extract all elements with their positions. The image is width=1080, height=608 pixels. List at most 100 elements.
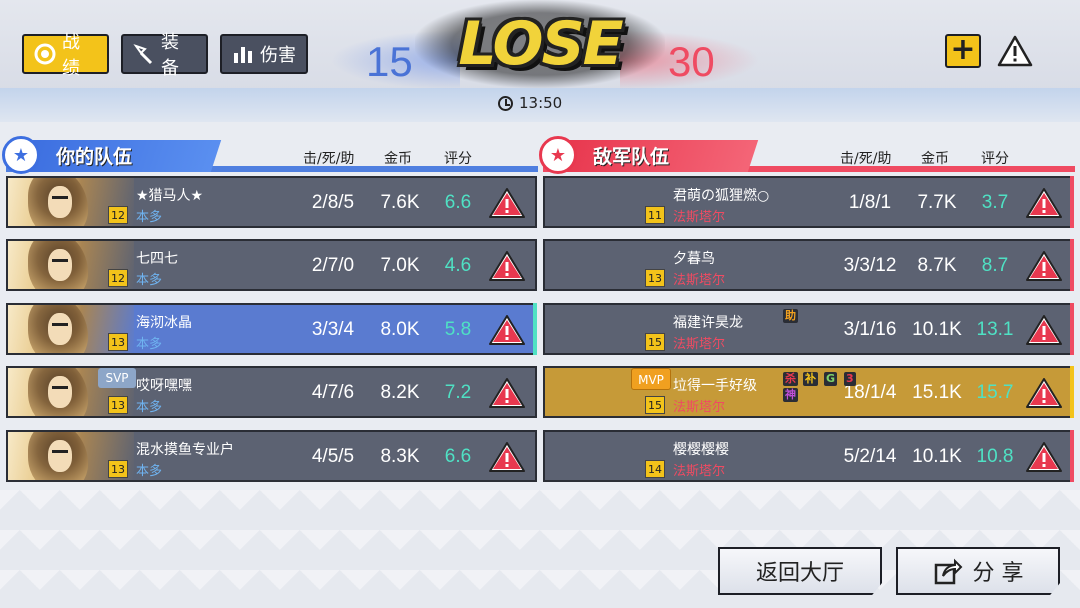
your-team-header: ★ 你的队伍 击/死/助 金币 评分 (2, 136, 538, 174)
achievement-badge: 杀 (783, 372, 798, 386)
enemy-team-title: 敌军队伍 (593, 146, 670, 168)
achievement-badge: 神 (783, 388, 798, 402)
player-row[interactable]: 14 樱樱樱樱 法斯塔尔 5/2/14 10.1K 10.8 (543, 430, 1074, 482)
back-to-lobby-button[interactable]: 返回大厅 (718, 547, 882, 595)
player-name: 樱樱樱樱 (673, 442, 729, 458)
player-level: 13 (108, 333, 128, 351)
achievement-badge: 补 (803, 372, 818, 386)
row-edge (1070, 366, 1074, 418)
player-name: 海沏冰晶 (136, 315, 192, 331)
enemy-team-header: ★ 敌军队伍 击/死/助 金币 评分 (539, 136, 1075, 174)
row-edge (533, 303, 537, 355)
player-row[interactable]: 13 混水摸鱼专业户 本多 4/5/5 8.3K 6.6 (6, 430, 537, 482)
row-edge (1070, 239, 1074, 291)
player-kda: 3/1/16 (843, 319, 897, 340)
report-player-icon[interactable] (488, 249, 526, 283)
report-player-icon[interactable] (1025, 186, 1063, 220)
player-score: 10.8 (976, 446, 1014, 467)
player-level: 15 (645, 396, 665, 414)
blue-team-kills: 15 (366, 38, 413, 85)
player-kda: 1/8/1 (848, 192, 892, 213)
player-gold: 15.1K (912, 382, 962, 403)
player-row[interactable]: 11 君萌の狐狸燃○ 法斯塔尔 1/8/1 7.7K 3.7 (543, 176, 1074, 228)
player-level: 12 (108, 269, 128, 287)
red-team-kills: 30 (668, 38, 715, 85)
report-player-icon[interactable] (1025, 440, 1063, 474)
player-row[interactable]: 13 海沏冰晶本多 3/3/4 8.0K 5.8 (6, 303, 537, 355)
player-name: 福建许昊龙 (673, 315, 743, 331)
hero-name: 法斯塔尔 (673, 464, 726, 479)
report-player-icon[interactable] (1025, 313, 1063, 347)
tab-damage[interactable]: 伤害 (220, 34, 308, 74)
report-player-icon[interactable] (488, 376, 526, 410)
achievement-badge: 助 (783, 309, 798, 323)
player-name: 哎呀嘿嘿 (136, 378, 192, 394)
col-score: 评分 (444, 151, 472, 167)
hero-name: 法斯塔尔 (673, 400, 726, 415)
player-row[interactable]: 13 夕暮鸟 法斯塔尔 3/3/12 8.7K 8.7 (543, 239, 1074, 291)
share-label: 分 享 (972, 561, 1024, 586)
player-kda: 2/8/5 (311, 192, 355, 213)
player-score: 8.7 (981, 255, 1009, 276)
player-row[interactable]: 12 ★猎马人★ 本多 2/8/5 7.6K 6.6 (6, 176, 537, 228)
player-row[interactable]: 15 福建许昊龙 法斯塔尔 3/1/16 10.1K 13.1 助 (543, 303, 1074, 355)
player-score: 6.6 (444, 192, 472, 213)
report-player-icon[interactable] (488, 313, 526, 347)
player-gold: 8.0K (380, 319, 420, 340)
col-gold: 金币 (384, 151, 412, 167)
report-player-icon[interactable] (488, 186, 526, 220)
player-name: ★猎马人★ (136, 188, 204, 204)
col-score: 评分 (981, 151, 1009, 167)
report-player-icon[interactable] (1025, 376, 1063, 410)
tab-record[interactable]: 战绩 (22, 32, 109, 79)
player-kda: 3/3/4 (311, 319, 355, 340)
damage-chart-icon (232, 43, 254, 65)
player-row[interactable]: 13 SVP 哎呀嘿嘿 本多 4/7/6 8.2K 7.2 (6, 366, 537, 418)
player-kda: 2/7/0 (311, 255, 355, 276)
player-level: 12 (108, 206, 128, 224)
report-player-icon[interactable] (1025, 249, 1063, 283)
col-kda: 击/死/助 (840, 151, 892, 167)
match-result: LOSE (458, 9, 623, 79)
star-badge-icon: ★ (2, 136, 40, 174)
report-warning-icon[interactable] (997, 34, 1033, 68)
player-name: 垃得一手好级 (673, 378, 757, 394)
tab-damage-label: 伤害 (260, 45, 296, 66)
player-name: 七四七 (136, 251, 178, 267)
player-kda: 4/7/6 (311, 382, 355, 403)
player-row[interactable]: 15 MVP 垃得一手好级 法斯塔尔 18/1/4 15.1K 15.7 杀补 G 3 神 (543, 366, 1074, 418)
player-level: 13 (108, 396, 128, 414)
report-player-icon[interactable] (488, 440, 526, 474)
add-friend-button[interactable]: + (945, 34, 981, 68)
player-gold: 8.3K (380, 446, 420, 467)
player-level: 14 (645, 460, 665, 478)
hero-name: 本多 (136, 337, 163, 352)
player-score: 7.2 (444, 382, 472, 403)
player-gold: 7.0K (380, 255, 420, 276)
hero-name: 法斯塔尔 (673, 273, 726, 288)
player-gold: 10.1K (912, 446, 962, 467)
row-edge (1070, 430, 1074, 482)
player-gold: 7.7K (917, 192, 957, 213)
hero-name: 本多 (136, 464, 163, 479)
player-level: 11 (645, 206, 665, 224)
player-gold: 8.2K (380, 382, 420, 403)
tab-equipment[interactable]: 装备 (121, 32, 208, 79)
row-edge (1070, 303, 1074, 355)
achievement-badge: G (824, 372, 838, 386)
row-edge (1070, 176, 1074, 228)
match-duration: 13:50 (498, 93, 562, 113)
player-score: 5.8 (444, 319, 472, 340)
player-score: 4.6 (444, 255, 472, 276)
achievement-badge: 3 (844, 372, 856, 386)
player-level: 15 (645, 333, 665, 351)
share-button[interactable]: 分 享 (896, 547, 1060, 595)
player-row[interactable]: 12 七四七本多 2/7/0 7.0K 4.6 (6, 239, 537, 291)
hero-name: 法斯塔尔 (673, 210, 726, 225)
hero-name: 本多 (136, 273, 163, 288)
tab-equipment-label: 装备 (161, 32, 179, 79)
equipment-icon (133, 43, 155, 65)
share-icon (934, 558, 962, 585)
hero-name: 法斯塔尔 (673, 337, 726, 352)
player-score: 13.1 (976, 319, 1014, 340)
